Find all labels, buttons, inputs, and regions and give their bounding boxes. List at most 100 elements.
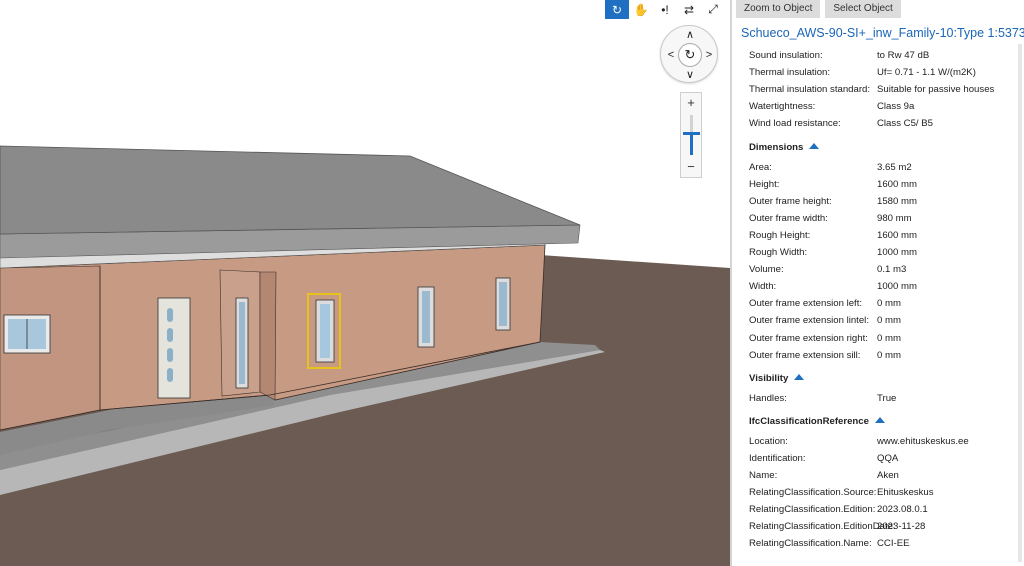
property-value: 1000 mm [877, 247, 917, 258]
property-value: Ehituskeskus [877, 487, 934, 499]
property-row: Thermal insulation standard: Suitable for… [749, 84, 1011, 101]
section-dimensions[interactable]: Dimensions [749, 142, 820, 158]
collapse-triangle-icon[interactable] [794, 373, 805, 380]
wall-pillar-side [259, 271, 277, 401]
zoom-handle[interactable] [683, 132, 700, 135]
zoom-fill [690, 135, 693, 155]
property-value: True [877, 392, 897, 404]
object-title: Schueco_AWS-90-SI+_inw_Family-10:Type 1:… [741, 26, 1024, 40]
collapse-triangle-icon[interactable] [809, 142, 820, 149]
property-row: Handles: True [749, 393, 1011, 410]
zoom-in-button[interactable]: + [681, 95, 701, 110]
property-value: 0 mm [877, 298, 901, 310]
property-key: Volume: [749, 264, 784, 276]
building-3d-scene[interactable] [0, 0, 730, 566]
property-value: 2023-11-28 [877, 521, 926, 533]
select-object-button[interactable]: Select Object [825, 0, 901, 18]
property-key: Outer frame height: [749, 195, 832, 207]
property-key: Outer frame extension left: [749, 298, 863, 310]
fullscreen-icon[interactable]: ⤢ [701, 0, 725, 19]
zoom-slider: + − [680, 92, 702, 178]
property-key: Name: [749, 470, 778, 481]
pan-hand-icon[interactable]: ✋ [629, 0, 653, 19]
chevron-right-icon[interactable]: > [702, 48, 716, 62]
panel-actions: Zoom to Object Select Object [736, 0, 901, 18]
property-value: Class C5/ B5 [877, 118, 933, 130]
property-value: 3.65 m2 [877, 161, 912, 173]
property-key: Outer frame extension lintel: [749, 315, 869, 327]
property-key: Watertightness: [749, 101, 816, 113]
property-row: RelatingClassification.Source: Ehituskesk… [749, 487, 1011, 504]
property-value: 1600 mm [877, 178, 917, 190]
property-row: Outer frame extension right: 0 mm [749, 333, 1011, 350]
property-key: Width: [749, 281, 777, 293]
properties-panel: Zoom to Object Select Object Schueco_AWS… [730, 0, 1024, 566]
properties-list: Sound insulation: to Rw 47 dB Thermal insu… [732, 44, 1012, 566]
property-value: Suitable for passive houses [877, 84, 995, 96]
property-key: Rough Height: [749, 229, 811, 241]
property-key: Thermal insulation: [749, 67, 831, 79]
property-row: Volume: 0.1 m3 [749, 264, 1011, 281]
collapse-triangle-icon[interactable] [874, 416, 885, 423]
property-row: Outer frame width: 980 mm [749, 213, 1011, 230]
orbit-center-icon[interactable]: ↻ [678, 43, 702, 67]
property-value: Aken [877, 470, 899, 481]
property-value: www.ehituskeskus.ee [877, 435, 969, 447]
property-value: CCI-EE [877, 538, 910, 550]
property-row: RelatingClassification.EditionDate: 2023-… [749, 521, 1011, 538]
zoom-to-object-button[interactable]: Zoom to Object [736, 0, 821, 18]
section-title: IfcClassificationReference [749, 415, 869, 427]
property-key: RelatingClassification.Source: [749, 487, 877, 499]
property-key: Outer frame width: [749, 212, 828, 224]
entrance-door [157, 297, 191, 399]
model-viewport[interactable]: ↻ ✋ •! ⇄ ⤢ ∧ ∨ < > ↻ + − [0, 0, 730, 566]
chevron-down-icon[interactable]: ∨ [683, 68, 697, 82]
property-key: RelatingClassification.Name: [749, 538, 872, 550]
property-value: to Rw 47 dB [877, 50, 930, 61]
orbit-icon[interactable]: ↻ [605, 0, 629, 19]
panel-scrollbar[interactable] [1018, 44, 1022, 562]
section-visibility[interactable]: Visibility [749, 372, 805, 389]
property-row: Width: 1000 mm [749, 281, 1011, 298]
property-row: Thermal insulation: Uf= 0.71 - 1.1 W/(m2K… [749, 67, 1011, 84]
property-row: Rough Height: 1600 mm [749, 230, 1011, 247]
property-value: 0 mm [877, 332, 901, 344]
property-row: Outer frame extension lintel: 0 mm [749, 315, 1011, 332]
property-row: Area: 3.65 m2 [749, 162, 1011, 179]
property-row: Name: Aken [749, 470, 1011, 487]
property-value: 0.1 m3 [877, 264, 907, 276]
navigation-compass: ∧ ∨ < > ↻ [660, 25, 718, 83]
chevron-left-icon[interactable]: < [664, 48, 678, 62]
property-row: Outer frame height: 1580 mm [749, 196, 1011, 213]
property-key: RelatingClassification.EditionDate: [749, 521, 896, 533]
section-classification[interactable]: IfcClassificationReference [749, 416, 885, 432]
property-row: Rough Width: 1000 mm [749, 247, 1011, 264]
swap-arrows-icon[interactable]: ⇄ [677, 0, 701, 19]
roof [0, 145, 581, 235]
property-value: 2023.08.0.1 [877, 504, 928, 516]
section-title: Visibility [749, 372, 789, 384]
property-value: 0 mm [877, 349, 901, 361]
property-row: Outer frame extension sill: 0 mm [749, 350, 1011, 367]
property-key: Identification: [749, 452, 806, 464]
property-row: RelatingClassification.Edition: 2023.08.0… [749, 504, 1011, 521]
property-row: Height: 1600 mm [749, 179, 1011, 196]
property-row: Watertightness: Class 9a [749, 101, 1011, 118]
navigation-toolbar: ↻ ✋ •! ⇄ ⤢ [605, 0, 725, 19]
zoom-out-button[interactable]: − [681, 159, 701, 174]
property-value: 0 mm [877, 315, 901, 327]
property-row: Location: www.ehituskeskus.ee [749, 436, 1011, 453]
property-key: RelatingClassification.Edition: [749, 504, 876, 516]
property-key: Area: [749, 161, 772, 173]
property-key: Sound insulation: [749, 50, 823, 61]
property-key: Thermal insulation standard: [749, 84, 871, 96]
property-row: Outer frame extension left: 0 mm [749, 298, 1011, 315]
property-key: Location: [749, 435, 788, 447]
walk-footsteps-icon[interactable]: •! [653, 0, 677, 19]
property-value: 1580 mm [877, 195, 917, 207]
property-value: 980 mm [877, 212, 912, 224]
property-value: QQA [877, 452, 899, 464]
chevron-up-icon[interactable]: ∧ [683, 28, 697, 42]
property-key: Height: [749, 178, 780, 190]
property-value: 1000 mm [877, 281, 917, 293]
